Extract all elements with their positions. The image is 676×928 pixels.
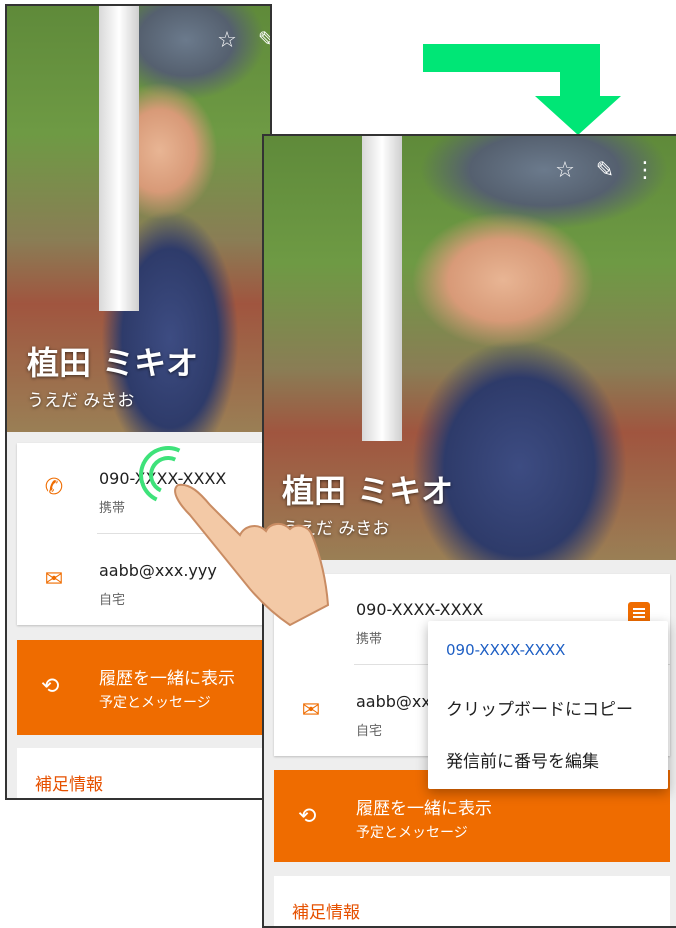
phone-type: 携帯 <box>356 632 383 647</box>
extra-info-section[interactable]: 補足情報 <box>17 748 269 798</box>
edit-icon[interactable]: ✎ <box>594 158 616 183</box>
extra-info-label: 補足情報 <box>292 903 360 923</box>
photo-pole <box>99 6 139 311</box>
photo-pole <box>362 136 402 441</box>
star-icon[interactable]: ☆ <box>554 158 576 183</box>
email-type: 自宅 <box>356 724 383 739</box>
history-subtitle: 予定とメッセージ <box>356 825 468 841</box>
phone-context-menu: 090-XXXX-XXXX クリップボードにコピー 発信前に番号を編集 <box>428 621 668 789</box>
phone-number: 090-XXXX-XXXX <box>356 600 484 619</box>
toolbar-actions: ☆ ✎ ⋮ <box>554 158 656 183</box>
extra-info-section[interactable]: 補足情報 <box>274 876 670 926</box>
email-address: aabb@xx <box>356 692 431 711</box>
email-icon: ✉ <box>301 698 321 723</box>
history-title: 履歴を一緒に表示 <box>99 669 235 689</box>
history-icon: ⟲ <box>41 674 60 699</box>
edit-icon[interactable]: ✎ <box>256 28 270 53</box>
phone-type: 携帯 <box>99 501 126 516</box>
extra-info-label: 補足情報 <box>35 775 103 795</box>
contact-kana: うえだ みきお <box>27 391 135 411</box>
contact-screen-before: ☆ ✎ 植田 ミキオ うえだ みきお ✆ 090-XXXX-XXXX 携帯 ✉ … <box>5 4 272 800</box>
menu-phone-number: 090-XXXX-XXXX <box>446 641 566 659</box>
history-title: 履歴を一緒に表示 <box>356 799 492 819</box>
tap-hand-icon <box>174 483 330 627</box>
phone-icon: ✆ <box>44 475 64 500</box>
email-icon: ✉ <box>44 567 64 592</box>
email-type: 自宅 <box>99 593 126 608</box>
menu-edit-before-call[interactable]: 発信前に番号を編集 <box>446 747 599 772</box>
star-icon[interactable]: ☆ <box>216 28 238 53</box>
contact-name: 植田 ミキオ <box>27 344 199 382</box>
history-subtitle: 予定とメッセージ <box>99 695 211 711</box>
history-button[interactable]: ⟲ 履歴を一緒に表示 予定とメッセージ <box>17 640 269 735</box>
menu-copy-clipboard[interactable]: クリップボードにコピー <box>446 695 633 720</box>
history-icon: ⟲ <box>298 804 317 829</box>
toolbar-actions: ☆ ✎ <box>216 28 270 53</box>
more-vert-icon[interactable]: ⋮ <box>634 158 656 183</box>
